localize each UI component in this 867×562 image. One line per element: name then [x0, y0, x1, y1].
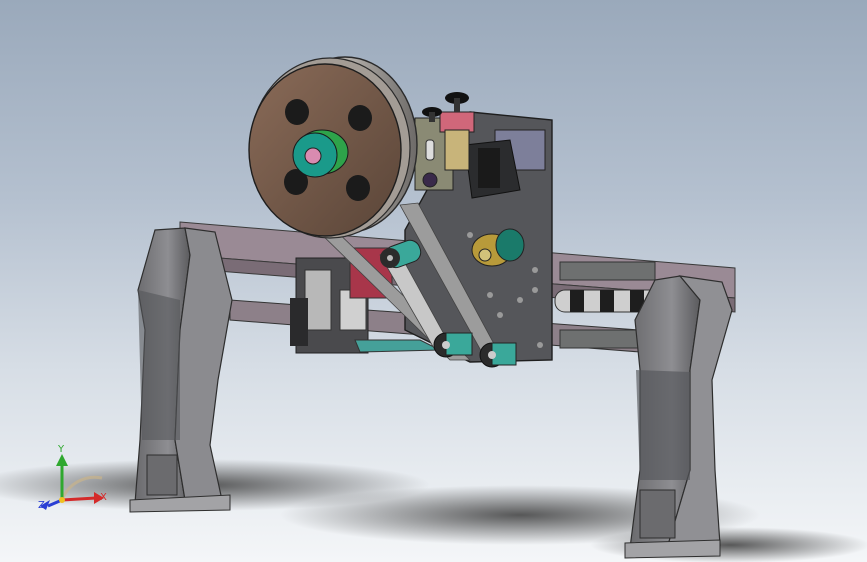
- roller-lower-2: [479, 342, 517, 368]
- triad-y-label: Y: [57, 444, 65, 455]
- knob-1: [445, 92, 469, 112]
- cad-viewport[interactable]: Y X Z: [0, 0, 867, 562]
- label-reel[interactable]: [248, 56, 418, 239]
- roller-lower-1: [433, 332, 473, 358]
- triad-z-label: Z: [38, 500, 45, 511]
- labeling-machine-model[interactable]: Y X Z: [0, 0, 867, 562]
- right-leg[interactable]: [624, 275, 733, 559]
- triad-x-label: X: [100, 492, 107, 503]
